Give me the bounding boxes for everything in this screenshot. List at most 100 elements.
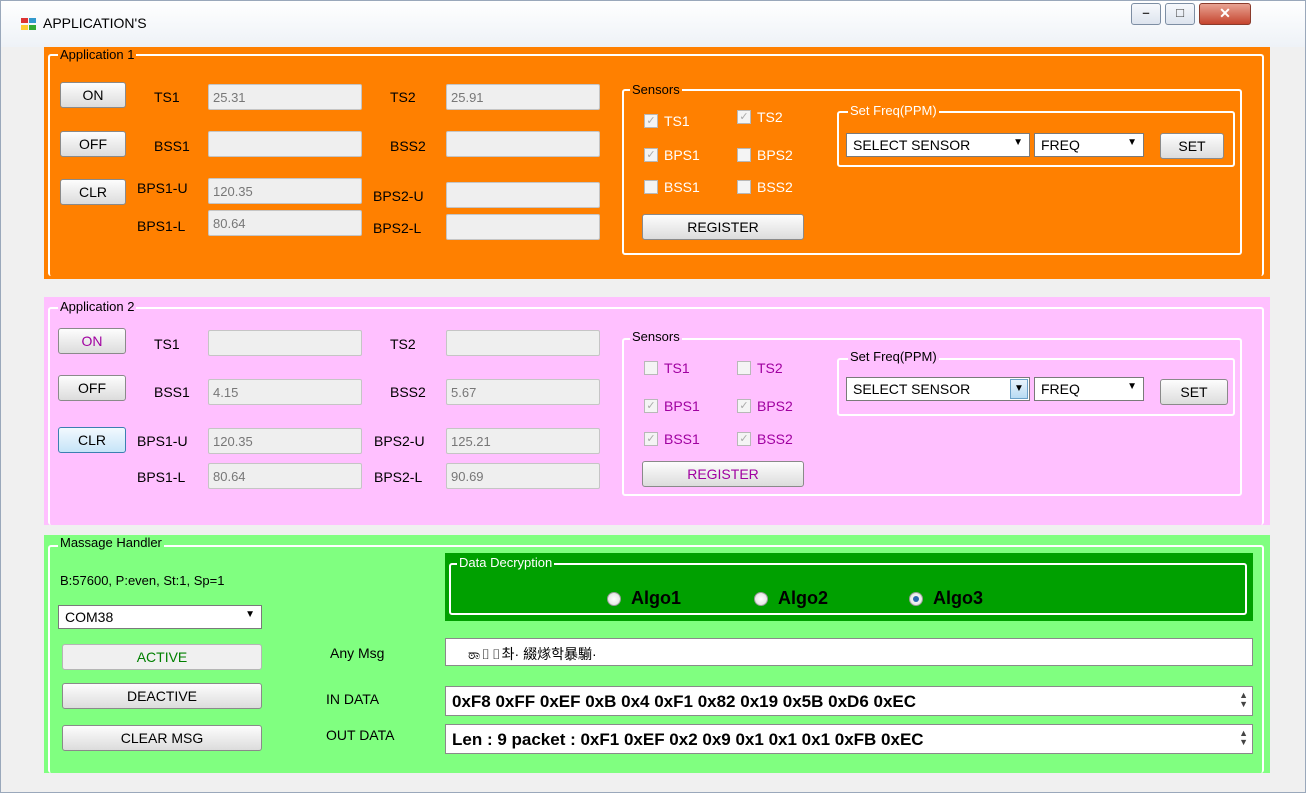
app2-sensors-legend: Sensors: [630, 329, 682, 344]
dropdown-arrow-icon: ▼: [1010, 379, 1028, 399]
app2-bss1-field[interactable]: 4.15: [208, 379, 362, 405]
app1-bss1-check-label: BSS1: [664, 179, 700, 195]
any-msg-field[interactable]: ಠಾ▯▯촤· 綴煫학暴騚·: [445, 638, 1253, 666]
app1-ts2-check-label: TS2: [757, 109, 783, 125]
app2-freq-select-value: FREQ: [1041, 381, 1080, 397]
app2-off-button[interactable]: OFF: [58, 375, 126, 401]
app1-bps2l-field[interactable]: [446, 214, 600, 240]
app1-sensor-select[interactable]: SELECT SENSOR ▼: [846, 133, 1030, 157]
com-port-value: COM38: [65, 609, 114, 625]
spinner-icon[interactable]: ▲ ▼: [1239, 691, 1248, 709]
app2-on-button[interactable]: ON: [58, 328, 126, 354]
app1-set-button[interactable]: SET: [1160, 133, 1224, 159]
app1-freq-select[interactable]: FREQ ▼: [1034, 133, 1144, 157]
app1-bss1-field[interactable]: [208, 131, 362, 157]
title-bar: APPLICATION'S – □ ✕: [1, 1, 1305, 47]
data-decryption-panel: Data Decryption Algo1 Algo2 Algo3: [445, 553, 1253, 621]
app2-bss2-check-label: BSS2: [757, 431, 793, 447]
app2-bss2-label: BSS2: [390, 384, 426, 400]
minimize-button[interactable]: –: [1131, 3, 1161, 25]
out-data-label: OUT DATA: [326, 727, 395, 743]
app2-sensor-select[interactable]: SELECT SENSOR ▼: [846, 377, 1030, 401]
maximize-button[interactable]: □: [1165, 3, 1195, 25]
app2-bps2u-field[interactable]: 125.21: [446, 428, 600, 454]
app1-ts1-checkbox[interactable]: ✓ TS1: [644, 113, 690, 129]
app1-bps1-checkbox[interactable]: ✓ BPS1: [644, 147, 700, 163]
deactive-button[interactable]: DEACTIVE: [62, 683, 262, 709]
app2-ts2-check-label: TS2: [757, 360, 783, 376]
app2-ts1-field[interactable]: [208, 330, 362, 356]
checkbox-icon: [737, 361, 751, 375]
minimize-icon: –: [1142, 5, 1150, 20]
app1-ts2-field[interactable]: 25.91: [446, 84, 600, 110]
in-data-label: IN DATA: [326, 691, 380, 707]
checkbox-icon: [737, 148, 751, 162]
app2-ts1-checkbox[interactable]: TS1: [644, 360, 690, 376]
app1-bss1-label: BSS1: [154, 138, 190, 154]
app1-off-button[interactable]: OFF: [60, 131, 126, 157]
checkbox-icon: ✓: [737, 432, 751, 446]
app1-bps2-checkbox[interactable]: BPS2: [737, 147, 793, 163]
checkbox-icon: ✓: [644, 148, 658, 162]
app1-ts2-checkbox[interactable]: ✓ TS2: [737, 109, 783, 125]
app2-sensor-select-value: SELECT SENSOR: [853, 381, 971, 397]
app1-bps1u-label: BPS1-U: [137, 180, 188, 196]
checkbox-icon: ✓: [644, 399, 658, 413]
app2-bps1l-field[interactable]: 80.64: [208, 463, 362, 489]
app1-ts1-field[interactable]: 25.31: [208, 84, 362, 110]
app1-bss1-checkbox[interactable]: BSS1: [644, 179, 700, 195]
algo2-label: Algo2: [778, 588, 829, 608]
in-data-field[interactable]: 0xF8 0xFF 0xEF 0xB 0x4 0xF1 0x82 0x19 0x…: [445, 686, 1253, 716]
app1-bss2-label: BSS2: [390, 138, 426, 154]
app1-bps1u-field[interactable]: 120.35: [208, 178, 362, 204]
close-button[interactable]: ✕: [1199, 3, 1251, 25]
app1-bps1-check-label: BPS1: [664, 147, 700, 163]
clear-msg-button[interactable]: CLEAR MSG: [62, 725, 262, 751]
algo2-radio[interactable]: Algo2: [754, 588, 828, 609]
app1-bps2u-field[interactable]: [446, 182, 600, 208]
checkbox-icon: [644, 361, 658, 375]
algo1-radio[interactable]: Algo1: [607, 588, 681, 609]
app2-clr-button[interactable]: CLR: [58, 427, 126, 453]
app2-bps1u-field[interactable]: 120.35: [208, 428, 362, 454]
data-decryption-legend: Data Decryption: [457, 555, 555, 570]
app1-register-button[interactable]: REGISTER: [642, 214, 804, 240]
app1-clr-button[interactable]: CLR: [60, 179, 126, 205]
app1-ts1-check-label: TS1: [664, 113, 690, 129]
checkbox-icon: ✓: [737, 399, 751, 413]
out-data-field[interactable]: Len : 9 packet : 0xF1 0xEF 0x2 0x9 0x1 0…: [445, 724, 1253, 754]
algo3-radio[interactable]: Algo3: [909, 588, 983, 609]
app2-freq-legend: Set Freq(PPM): [848, 349, 939, 364]
spinner-icon[interactable]: ▲ ▼: [1239, 729, 1248, 747]
out-data-value: Len : 9 packet : 0xF1 0xEF 0x2 0x9 0x1 0…: [452, 730, 924, 749]
app1-bss2-field[interactable]: [446, 131, 600, 157]
window-title: APPLICATION'S: [43, 15, 147, 31]
checkbox-icon: ✓: [644, 114, 658, 128]
app1-on-button[interactable]: ON: [60, 82, 126, 108]
app2-set-button[interactable]: SET: [1160, 379, 1228, 405]
application-window: APPLICATION'S – □ ✕ Application 1 ON OFF…: [0, 0, 1306, 793]
app1-ts1-label: TS1: [154, 89, 180, 105]
app2-ts2-field[interactable]: [446, 330, 600, 356]
maximize-icon: □: [1176, 5, 1184, 20]
app2-bps2l-field[interactable]: 90.69: [446, 463, 600, 489]
com-port-select[interactable]: COM38 ▼: [58, 605, 262, 629]
app2-bss2-field[interactable]: 5.67: [446, 379, 600, 405]
active-button[interactable]: ACTIVE: [62, 644, 262, 670]
application-2-legend: Application 2: [58, 299, 137, 314]
app2-bps1-checkbox[interactable]: ✓ BPS1: [644, 398, 700, 414]
app2-freq-select[interactable]: FREQ ▼: [1034, 377, 1144, 401]
app2-bps2-checkbox[interactable]: ✓ BPS2: [737, 398, 793, 414]
app1-bps1l-field[interactable]: 80.64: [208, 210, 362, 236]
radio-icon: [607, 591, 621, 606]
radio-icon: [754, 591, 768, 606]
app1-bss2-checkbox[interactable]: BSS2: [737, 179, 793, 195]
app2-bss2-checkbox[interactable]: ✓ BSS2: [737, 431, 793, 447]
app2-ts2-checkbox[interactable]: TS2: [737, 360, 783, 376]
application-1-panel: Application 1 ON OFF CLR TS1 BSS1 BPS1-U…: [44, 47, 1270, 279]
app1-ts2-label: TS2: [390, 89, 416, 105]
radio-selected-icon: [909, 591, 923, 606]
app2-register-button[interactable]: REGISTER: [642, 461, 804, 487]
app2-bss1-checkbox[interactable]: ✓ BSS1: [644, 431, 700, 447]
app2-bps2-check-label: BPS2: [757, 398, 793, 414]
